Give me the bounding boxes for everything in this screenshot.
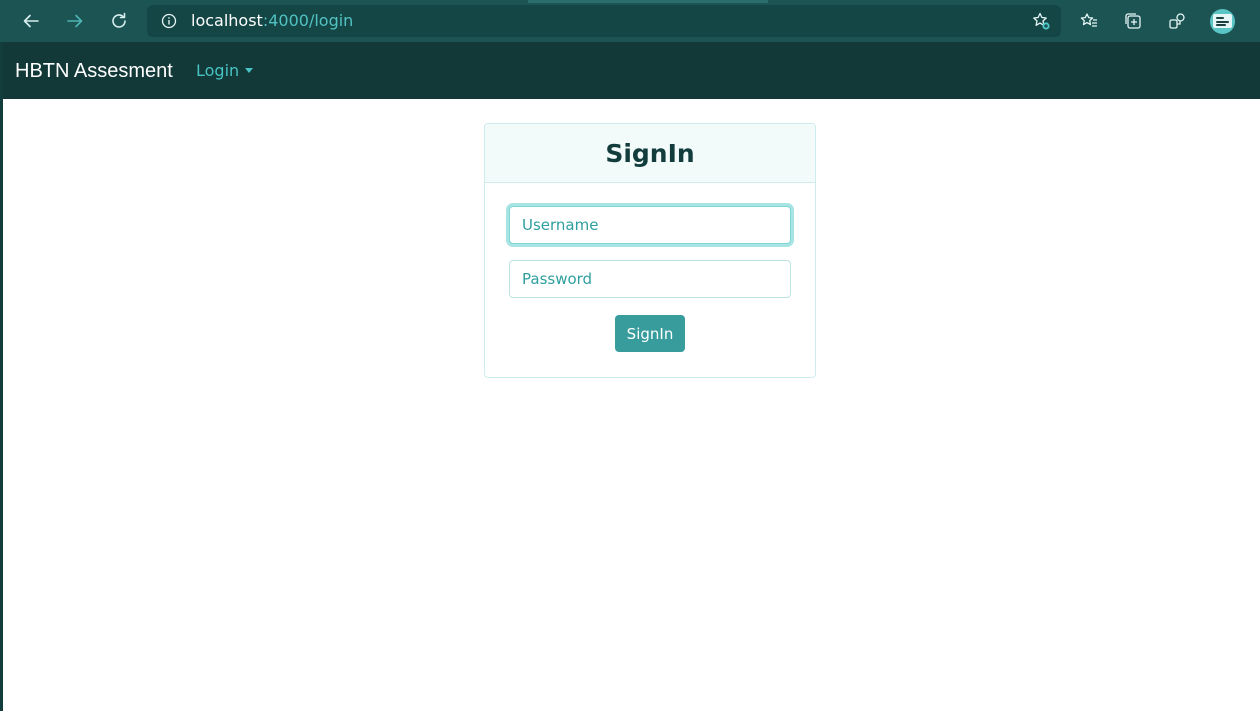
browser-toolbar: localhost:4000/login [0,0,1260,42]
site-info-icon[interactable] [161,13,177,33]
signin-title: SignIn [605,138,695,168]
back-arrow-icon[interactable] [18,8,44,34]
login-dropdown[interactable]: Login [196,61,254,81]
login-dropdown-label: Login [196,61,240,80]
avatar-line [1216,24,1226,26]
signin-card-header: SignIn [485,124,815,183]
avatar-line [1216,21,1229,23]
brand-title[interactable]: HBTN Assesment [15,59,173,83]
add-favorite-icon[interactable] [1031,11,1051,35]
favorites-icon[interactable] [1078,10,1100,32]
password-input[interactable] [509,260,791,298]
url-path: :4000/login [262,11,354,30]
profile-avatar[interactable] [1210,9,1235,34]
extensions-icon[interactable] [1166,10,1188,32]
app-viewport: HBTN Assesment Login SignIn SignIn [3,42,1260,711]
caret-down-icon [245,68,254,73]
avatar-image [1213,14,1232,28]
signin-card: SignIn SignIn [484,123,816,378]
top-navbar: HBTN Assesment Login [3,42,1260,99]
reload-icon[interactable] [106,8,132,34]
signin-button[interactable]: SignIn [615,315,685,352]
forward-arrow-icon[interactable] [62,8,88,34]
address-bar[interactable]: localhost:4000/login [147,5,1061,37]
url-text[interactable]: localhost:4000/login [191,11,353,31]
url-host: localhost [191,11,263,30]
active-tab-indicator [528,0,768,3]
username-input[interactable] [509,206,791,244]
collections-icon[interactable] [1122,10,1144,32]
avatar-line [1216,17,1224,19]
